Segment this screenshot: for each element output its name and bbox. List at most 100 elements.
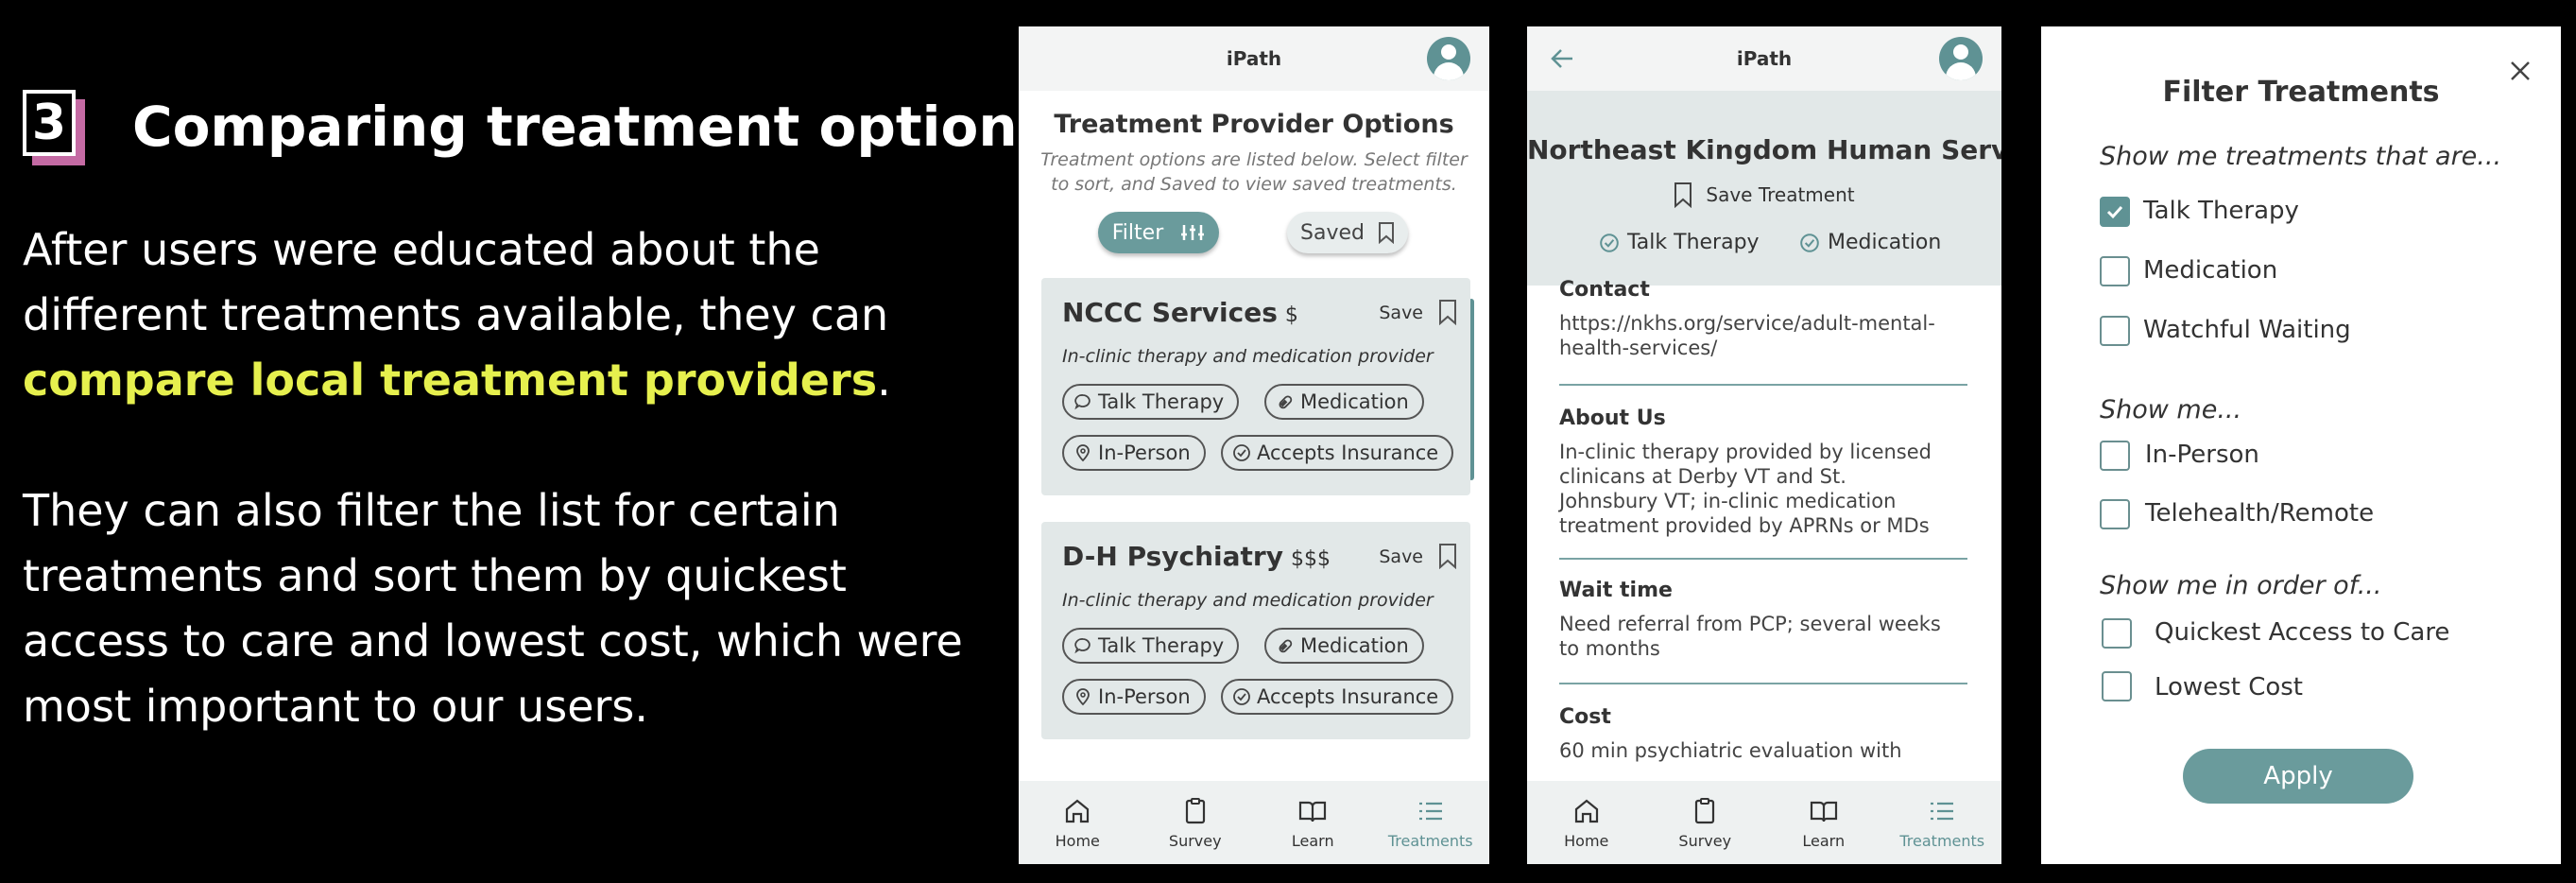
nav-learn[interactable]: Learn	[1777, 796, 1871, 850]
cost-section: Cost 60 min psychiatric evaluation with	[1559, 705, 1967, 763]
provider-card[interactable]: NCCC Services $ Save In-clinic therapy an…	[1041, 278, 1470, 495]
tag-talk-therapy: Talk Therapy	[1062, 628, 1240, 664]
option-label: Talk Therapy	[2143, 197, 2299, 225]
price-level: $	[1284, 303, 1298, 327]
book-icon	[1810, 801, 1837, 822]
tag-medication: Medication	[1264, 628, 1424, 664]
clipboard-icon	[1695, 797, 1715, 823]
option-label: In-Person	[2145, 441, 2259, 469]
paragraph-2: They can also filter the list for certai…	[23, 485, 963, 732]
tag-in-person: In-Person	[1062, 679, 1206, 715]
nav-learn[interactable]: Learn	[1265, 796, 1360, 850]
price-level: $$$	[1290, 547, 1331, 571]
checkmark-icon	[2106, 205, 2123, 219]
saved-button[interactable]: Saved	[1287, 212, 1408, 253]
nav-survey[interactable]: Survey	[1657, 796, 1752, 850]
tag-talk-therapy: Talk Therapy	[1062, 384, 1240, 420]
paragraph-1: After users were educated about the diff…	[23, 217, 977, 413]
filter-title: Filter Treatments	[2162, 76, 2440, 109]
checkbox-lowest-cost[interactable]	[2102, 671, 2132, 701]
location-pin-icon	[1076, 688, 1090, 706]
bookmark-icon[interactable]	[1438, 543, 1457, 569]
provider-name: D-H Psychiatry $$$	[1062, 541, 1331, 572]
sliders-icon	[1181, 225, 1205, 240]
nav-survey[interactable]: Survey	[1148, 796, 1243, 850]
tag-accepts-insurance: Accepts Insurance	[1221, 435, 1454, 471]
paragraph-1-text: After users were educated about the diff…	[23, 224, 889, 340]
group-heading: Show me...	[2100, 395, 2242, 424]
checkbox-in-person[interactable]	[2100, 441, 2130, 471]
avatar[interactable]	[1427, 37, 1470, 80]
save-label[interactable]: Save	[1379, 303, 1423, 323]
screen-provider-detail: iPath Northeast Kingdom Human Services S…	[1527, 26, 2001, 864]
tag-accepts-insurance: Accepts Insurance	[1221, 679, 1454, 715]
group-heading: Show me in order of...	[2100, 571, 2382, 600]
tag-talk-therapy: Talk Therapy	[1599, 231, 1760, 254]
check-circle-icon	[1233, 444, 1250, 461]
option-label: Quickest Access to Care	[2155, 618, 2450, 647]
bottom-nav: Home Survey Learn Treatments	[1019, 781, 1489, 864]
contact-url[interactable]: https://nkhs.org/service/adult-mental-he…	[1559, 311, 1967, 360]
checkbox-talk-therapy[interactable]	[2100, 197, 2130, 227]
home-icon	[1574, 799, 1598, 822]
saved-label: Saved	[1300, 220, 1365, 245]
checkbox-watchful-waiting[interactable]	[2100, 316, 2130, 346]
option-label: Medication	[2143, 256, 2278, 285]
close-icon[interactable]	[2508, 59, 2533, 83]
list-icon	[1931, 802, 1954, 820]
home-icon	[1066, 799, 1090, 822]
app-header: iPath	[1527, 26, 2001, 91]
about-section: About Us In-clinic therapy provided by l…	[1559, 407, 1967, 538]
save-treatment-label: Save Treatment	[1706, 183, 1855, 206]
chat-bubble-icon	[1074, 394, 1091, 410]
clipboard-icon	[1185, 797, 1205, 823]
location-pin-icon	[1076, 444, 1090, 462]
group-heading: Show me treatments that are...	[2100, 142, 2502, 171]
option-label: Lowest Cost	[2155, 673, 2304, 701]
nav-treatments[interactable]: Treatments	[1383, 796, 1478, 850]
option-label: Telehealth/Remote	[2145, 499, 2375, 528]
checkbox-telehealth[interactable]	[2100, 499, 2130, 529]
pill-icon	[1279, 639, 1293, 653]
app-title: iPath	[1736, 47, 1793, 70]
pill-icon	[1279, 395, 1293, 409]
provider-card[interactable]: D-H Psychiatry $$$ Save In-clinic therapy…	[1041, 522, 1470, 739]
section-label: Cost	[1559, 705, 1611, 729]
filter-button[interactable]: Filter	[1098, 212, 1219, 253]
apply-button[interactable]: Apply	[2183, 749, 2413, 804]
list-icon	[1418, 802, 1442, 820]
cost-text: 60 min psychiatric evaluation with	[1559, 739, 1902, 762]
section-label: Wait time	[1559, 579, 1673, 602]
wait-time-section: Wait time Need referral from PCP; severa…	[1559, 579, 1967, 661]
filter-label: Filter	[1111, 220, 1164, 245]
bottom-nav: Home Survey Learn Treatments	[1527, 781, 2001, 864]
paragraph-1-highlight: compare local treatment providers	[23, 355, 878, 406]
screen-filter: Filter Treatments Show me treatments tha…	[2041, 26, 2561, 864]
bookmark-icon[interactable]	[1438, 299, 1457, 325]
subtitle-line: to sort, and Saved to view saved treatme…	[1051, 174, 1457, 195]
app-title: iPath	[1226, 47, 1282, 70]
save-treatment-button[interactable]: Save Treatment	[1527, 182, 2001, 208]
provider-title: Northeast Kingdom Human Services	[1527, 134, 2001, 165]
section-label: Contact	[1559, 278, 1650, 302]
contact-section: Contact https://nkhs.org/service/adult-m…	[1559, 278, 1967, 360]
checkbox-quickest-access[interactable]	[2102, 618, 2132, 649]
provider-description: In-clinic therapy and medication provide…	[1062, 346, 1434, 367]
avatar[interactable]	[1939, 37, 1983, 80]
page-subtitle: Treatment options are listed below. Sele…	[1019, 147, 1489, 197]
nav-treatments[interactable]: Treatments	[1895, 796, 1989, 850]
section-label: About Us	[1559, 407, 1666, 430]
nav-home[interactable]: Home	[1539, 796, 1634, 850]
page-title: Treatment Provider Options	[1054, 110, 1454, 139]
screen-provider-options: iPath Treatment Provider Options Treatme…	[1019, 26, 1489, 864]
headline: Comparing treatment options	[132, 95, 1051, 159]
save-label[interactable]: Save	[1379, 546, 1423, 567]
bookmark-icon	[1378, 222, 1394, 244]
step-number-badge: 3	[23, 90, 85, 165]
about-text: In-clinic therapy provided by licensed cl…	[1559, 441, 1932, 537]
check-circle-icon	[1800, 233, 1819, 252]
check-circle-icon	[1233, 688, 1250, 705]
divider	[1559, 558, 1967, 560]
nav-home[interactable]: Home	[1030, 796, 1125, 850]
checkbox-medication[interactable]	[2100, 256, 2130, 286]
